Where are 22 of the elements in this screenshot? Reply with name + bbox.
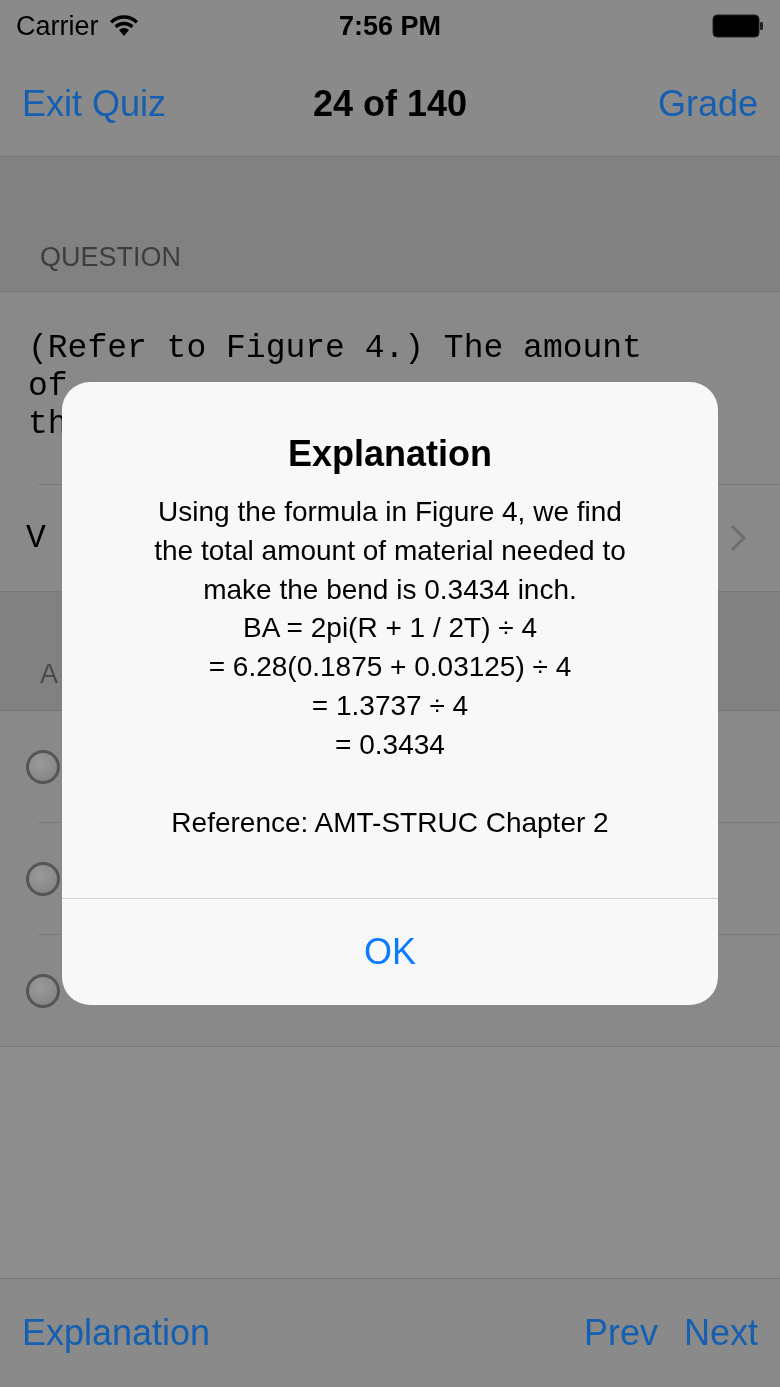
wifi-icon: [108, 15, 139, 37]
question-counter: 24 of 140: [312, 83, 468, 124]
radio-button[interactable]: [26, 749, 60, 784]
carrier-label: Carrier: [16, 10, 99, 42]
ok-button[interactable]: OK: [344, 923, 436, 981]
chevron-icon: [730, 524, 746, 552]
explanation-button[interactable]: Explanation: [22, 1312, 211, 1354]
alert-reference: Reference: AMT-STRUC Chapter 2: [171, 805, 609, 840]
radio-button[interactable]: [26, 861, 60, 896]
alert-message: Using the formula in Figure 4, we find the total amount of material needed to make the bend is 0.3434 inch. BA = 2pi(R + 1 / 2T) ÷ 4 = 6.28(0.1875 + 0.03125) ÷ 4 = 1.3737 ÷ 4 = 0.3434: [153, 495, 627, 762]
grade-button[interactable]: Grade: [657, 83, 758, 125]
next-button[interactable]: Next: [683, 1312, 758, 1354]
exit-quiz-button[interactable]: Exit Quiz: [22, 83, 167, 125]
alert-title: Explanation: [288, 432, 492, 476]
question-text: of: [28, 368, 68, 406]
clock-time: 7:56 PM: [338, 10, 441, 41]
prev-button[interactable]: Prev: [583, 1312, 658, 1354]
question-text: (Refer to Figure 4.) The amount: [28, 330, 642, 368]
radio-button[interactable]: [26, 973, 60, 1008]
figure-row-label[interactable]: V: [26, 519, 46, 557]
section-header: QUESTION: [40, 242, 181, 273]
battery-icon: [712, 14, 764, 38]
